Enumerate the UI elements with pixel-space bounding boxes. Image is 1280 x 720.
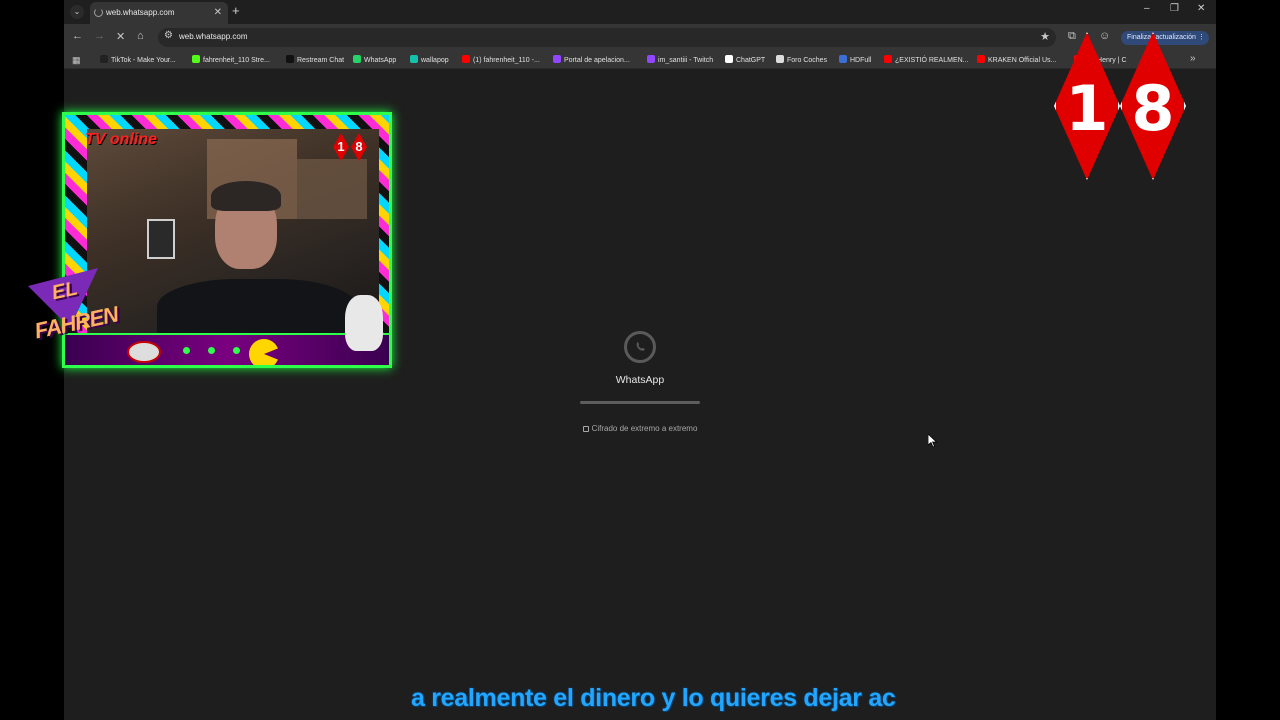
bookmark-label: ¿EXISTIÓ REALMEN... [895, 57, 969, 64]
apps-grid-icon[interactable]: ▦ [72, 55, 81, 66]
restore-icon[interactable]: ❐ [1170, 3, 1179, 14]
bookmark-label: im_santiii - Twitch [658, 57, 714, 64]
age-digit-diamond: 8 [1120, 32, 1186, 180]
bookmark-label: Portal de apelacion... [564, 57, 630, 64]
bookmark-item[interactable]: WhatsApp [353, 55, 396, 64]
bookmark-item[interactable]: ¿EXISTIÓ REALMEN... [884, 55, 969, 64]
tab-strip: ⌄ web.whatsapp.com ✕ + – ❐ ✕ [64, 0, 1216, 24]
bookmark-item[interactable]: wallapop [410, 55, 449, 64]
bookmark-label: HDFull [850, 57, 872, 64]
subtitle-caption: a realmente el dinero y lo quieres dejar… [411, 684, 896, 712]
whatsapp-logo-icon [624, 331, 656, 363]
bookmark-label: KRAKEN Official Us... [988, 57, 1057, 64]
bookmark-favicon-icon [884, 55, 892, 63]
bookmark-label: fahrenheit_110 Stre... [203, 57, 270, 64]
webcam-18-digit-8: 8 [351, 133, 367, 161]
bookmark-favicon-icon [286, 55, 294, 63]
bookmark-item[interactable]: im_santiii - Twitch [647, 55, 713, 64]
pac-dot [183, 347, 190, 354]
bookmark-favicon-icon [776, 55, 784, 63]
loading-progress-fill [580, 401, 700, 404]
forward-arrow-icon[interactable]: → [94, 30, 105, 42]
minimize-icon[interactable]: – [1144, 3, 1150, 14]
bookmark-label: Foro Coches [787, 57, 828, 64]
stream-canvas: ⌄ web.whatsapp.com ✕ + – ❐ ✕ ← → ✕ ⌂ ⚙ w… [0, 0, 1280, 720]
webcam-18-badge: 1 8 [333, 133, 369, 161]
age-digit-diamond: 1 [1054, 32, 1120, 180]
pac-dot [233, 347, 240, 354]
bookmark-item[interactable]: KRAKEN Official Us... [977, 55, 1056, 64]
back-arrow-icon[interactable]: ← [72, 30, 83, 42]
webcam-18-digit-1: 1 [333, 133, 349, 161]
bookmark-item[interactable]: TikTok - Make Your... [100, 55, 176, 64]
mouse-cursor-icon [927, 433, 938, 453]
encryption-text: Cifrado de extremo a extremo [591, 424, 698, 433]
age-digit-8: 8 [1131, 72, 1175, 145]
site-info-icon[interactable]: ⚙ [164, 30, 173, 41]
bookmark-favicon-icon [353, 55, 361, 63]
bookmark-favicon-icon [553, 55, 561, 63]
bookmark-label: TikTok - Make Your... [111, 57, 176, 64]
encryption-notice: Cifrado de extremo a extremo [560, 424, 720, 433]
bookmark-favicon-icon [410, 55, 418, 63]
browser-toolbar: ← → ✕ ⌂ ⚙ web.whatsapp.com ★ ⧉ ☺ Finaliz… [64, 24, 1216, 51]
bookmark-item[interactable]: fahrenheit_110 Stre... [192, 55, 270, 64]
bookmark-item[interactable]: HDFull [839, 55, 871, 64]
bookmark-label: Restream Chat [297, 57, 345, 64]
bookmark-favicon-icon [100, 55, 108, 63]
stop-loading-icon[interactable]: ✕ [116, 30, 125, 43]
home-icon[interactable]: ⌂ [137, 30, 144, 42]
bookmark-item[interactable]: (1) fahrenheit_110 -... [462, 55, 540, 64]
astronaut-icon [345, 295, 383, 351]
tab-search-chevron-icon[interactable]: ⌄ [70, 5, 84, 19]
tv-online-badge: TV online [85, 131, 157, 148]
new-tab-plus-icon[interactable]: + [232, 3, 240, 18]
bookmark-favicon-icon [462, 55, 470, 63]
bookmark-favicon-icon [725, 55, 733, 63]
close-tab-icon[interactable]: ✕ [214, 2, 222, 24]
bookmark-star-icon[interactable]: ★ [1040, 30, 1050, 43]
bookmarks-bar: ▦ TikTok - Make Your... fahrenheit_110 St… [64, 51, 1216, 69]
age-18-badge: 1 8 [1054, 32, 1188, 180]
loading-spinner-icon [94, 8, 103, 17]
address-bar[interactable]: ⚙ web.whatsapp.com ★ [158, 28, 1056, 47]
pacman-icon [249, 339, 279, 365]
bookmark-item[interactable]: Portal de apelacion... [553, 55, 630, 64]
bookmark-item[interactable]: ChatGPT [725, 55, 765, 64]
close-window-icon[interactable]: ✕ [1197, 3, 1205, 14]
bookmark-favicon-icon [839, 55, 847, 63]
bookmark-item[interactable]: Restream Chat [286, 55, 344, 64]
tab-whatsapp[interactable]: web.whatsapp.com ✕ [90, 2, 228, 24]
bookmark-favicon-icon [977, 55, 985, 63]
tab-title: web.whatsapp.com [106, 8, 175, 17]
bookmark-label: ChatGPT [736, 57, 766, 64]
bookmark-label: (1) fahrenheit_110 -... [473, 57, 540, 64]
menu-dots-icon[interactable]: ⋮ [1198, 31, 1205, 45]
age-digit-1: 1 [1065, 72, 1109, 145]
loading-progress-bar [580, 401, 700, 404]
bookmark-label: wallapop [421, 57, 449, 64]
pac-dot [208, 347, 215, 354]
whatsapp-title: WhatsApp [615, 374, 665, 386]
bookmark-favicon-icon [647, 55, 655, 63]
bookmark-favicon-icon [192, 55, 200, 63]
bookmark-item[interactable]: Foro Coches [776, 55, 827, 64]
url-text: web.whatsapp.com [179, 32, 248, 41]
el-fahren-logo: EL FAHREN [28, 268, 138, 372]
more-bookmarks-chevron-icon[interactable]: » [1190, 53, 1196, 64]
lock-icon [582, 426, 589, 432]
bookmark-label: WhatsApp [364, 57, 397, 64]
